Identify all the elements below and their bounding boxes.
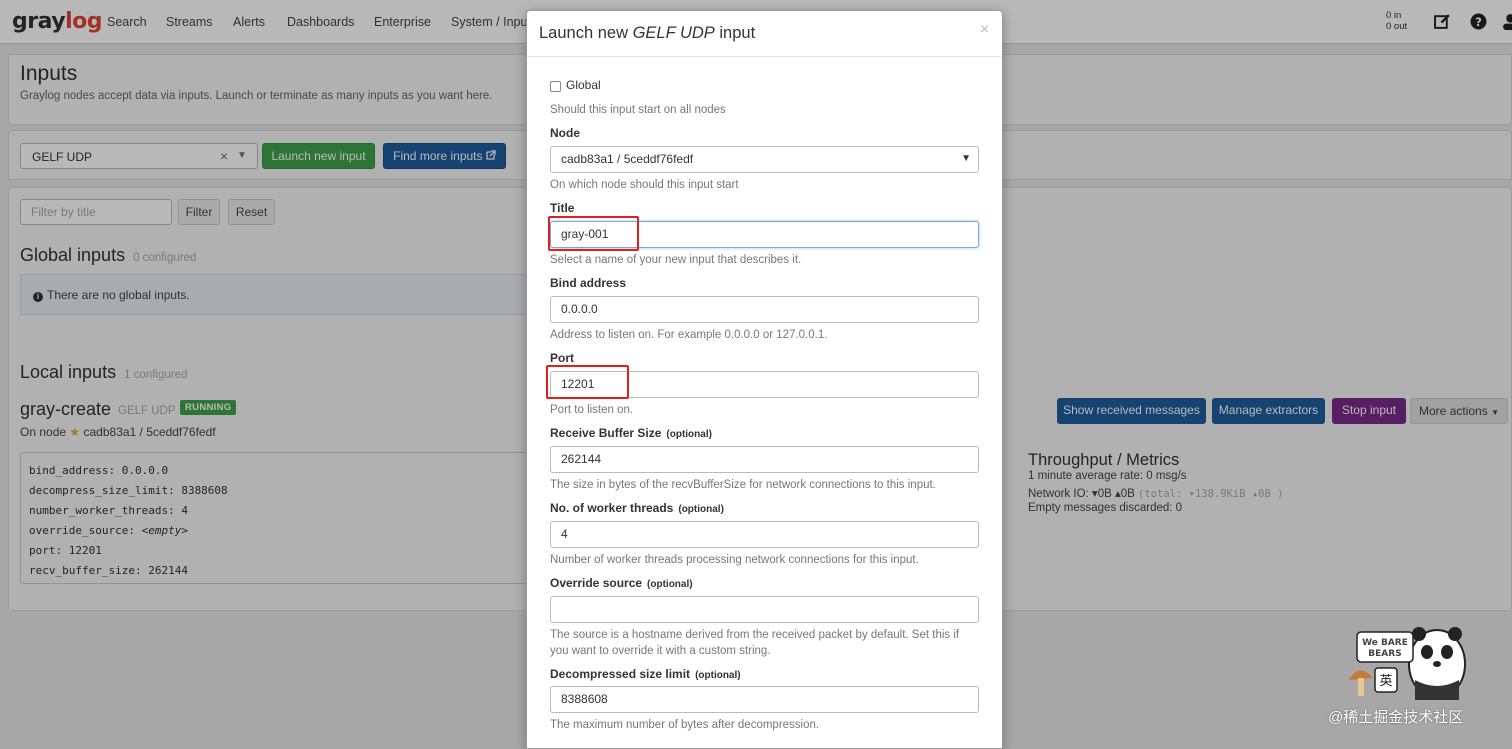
svg-text:英: 英 — [1379, 674, 1392, 689]
port-highlight-box — [546, 365, 629, 399]
modal-title-suffix: input — [714, 24, 756, 42]
modal-title-type: GELF UDP — [632, 24, 715, 42]
title-highlight-box — [548, 216, 639, 251]
modal-title-prefix: Launch new — [539, 24, 633, 42]
decompressed-size-label-text: Decompressed size limit — [550, 667, 691, 681]
decompressed-size-label: Decompressed size limit (optional) — [550, 667, 741, 681]
node-label: Node — [550, 126, 580, 140]
node-help: On which node should this input start — [550, 179, 739, 191]
worker-threads-input[interactable]: 4 — [550, 521, 979, 548]
modal-header: Launch new GELF UDP input × — [527, 11, 1002, 57]
global-checkbox-label[interactable]: Global — [566, 78, 601, 92]
bind-address-help: Address to listen on. For example 0.0.0.… — [550, 329, 828, 341]
bind-address-label: Bind address — [550, 276, 627, 290]
title-help: Select a name of your new input that des… — [550, 254, 802, 266]
watermark-text: @稀土掘金技术社区 — [1328, 709, 1464, 726]
port-help: Port to listen on. — [550, 404, 634, 416]
recv-buffer-input[interactable]: 262144 — [550, 446, 979, 473]
global-help: Should this input start on all nodes — [550, 104, 726, 116]
port-label: Port — [550, 351, 574, 365]
global-checkbox[interactable] — [550, 81, 561, 92]
title-label: Title — [550, 201, 575, 215]
recv-buffer-label-text: Receive Buffer Size — [550, 426, 662, 440]
recv-buffer-label: Receive Buffer Size (optional) — [550, 426, 712, 440]
decompressed-size-input[interactable]: 8388608 — [550, 686, 979, 713]
bear-mascot-logo: We BARE BEARS 英 — [1349, 627, 1466, 700]
override-source-label: Override source (optional) — [550, 576, 693, 590]
override-source-label-text: Override source — [550, 576, 643, 590]
optional-tag: (optional) — [647, 579, 693, 590]
bind-address-input[interactable]: 0.0.0.0 — [550, 296, 979, 323]
close-icon[interactable]: × — [980, 21, 989, 39]
node-select[interactable]: cadb83a1 / 5ceddf76fedf ▼ — [550, 146, 979, 173]
override-source-input[interactable] — [550, 596, 979, 623]
node-select-value: cadb83a1 / 5ceddf76fedf — [561, 152, 694, 166]
chevron-down-icon: ▼ — [961, 153, 971, 164]
decompressed-size-help: The maximum number of bytes after decomp… — [550, 719, 820, 731]
optional-tag: (optional) — [666, 429, 712, 440]
worker-threads-label: No. of worker threads (optional) — [550, 501, 724, 515]
worker-threads-help: Number of worker threads processing netw… — [550, 554, 919, 566]
recv-buffer-help: The size in bytes of the recvBufferSize … — [550, 479, 936, 491]
optional-tag: (optional) — [695, 670, 741, 681]
svg-text:BEARS: BEARS — [1368, 649, 1401, 659]
svg-text:We BARE: We BARE — [1362, 638, 1408, 648]
worker-threads-label-text: No. of worker threads — [550, 501, 674, 515]
override-source-help: The source is a hostname derived from th… — [550, 629, 960, 657]
optional-tag: (optional) — [678, 504, 724, 515]
modal-title: Launch new GELF UDP input — [539, 24, 755, 43]
